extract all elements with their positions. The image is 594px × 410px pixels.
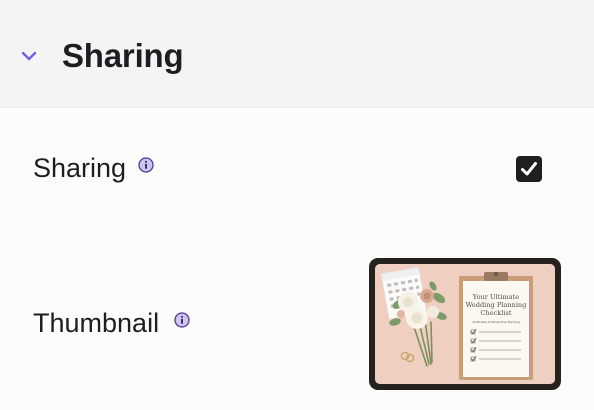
section-header-sharing[interactable]: Sharing — [0, 0, 594, 108]
thumbnail-title-line3: Checklist — [480, 309, 512, 317]
sharing-label: Sharing — [33, 153, 127, 183]
sharing-checkbox[interactable] — [516, 156, 542, 182]
section-title: Sharing — [62, 37, 184, 74]
info-icon[interactable] — [138, 157, 154, 173]
thumbnail-preview[interactable]: Your Ultimate Wedding Planning Checklist… — [369, 258, 561, 390]
thumbnail-image: Your Ultimate Wedding Planning Checklist… — [375, 264, 555, 384]
info-icon[interactable] — [174, 312, 190, 328]
thumbnail-title-line1: Your Ultimate — [472, 293, 520, 301]
thumbnail-title-line2: Wedding Planning — [465, 301, 527, 309]
thumbnail-label: Thumbnail — [33, 308, 160, 338]
wedding-checklist-artwork — [375, 264, 555, 384]
sharing-panel: Sharing Sharing Thumbnail Your Ultimate … — [0, 0, 594, 410]
checkmark-icon — [521, 162, 537, 176]
chevron-down-icon[interactable] — [20, 47, 38, 65]
thumbnail-subtitle: 12 Months of Stress-Free Planning — [472, 320, 520, 324]
